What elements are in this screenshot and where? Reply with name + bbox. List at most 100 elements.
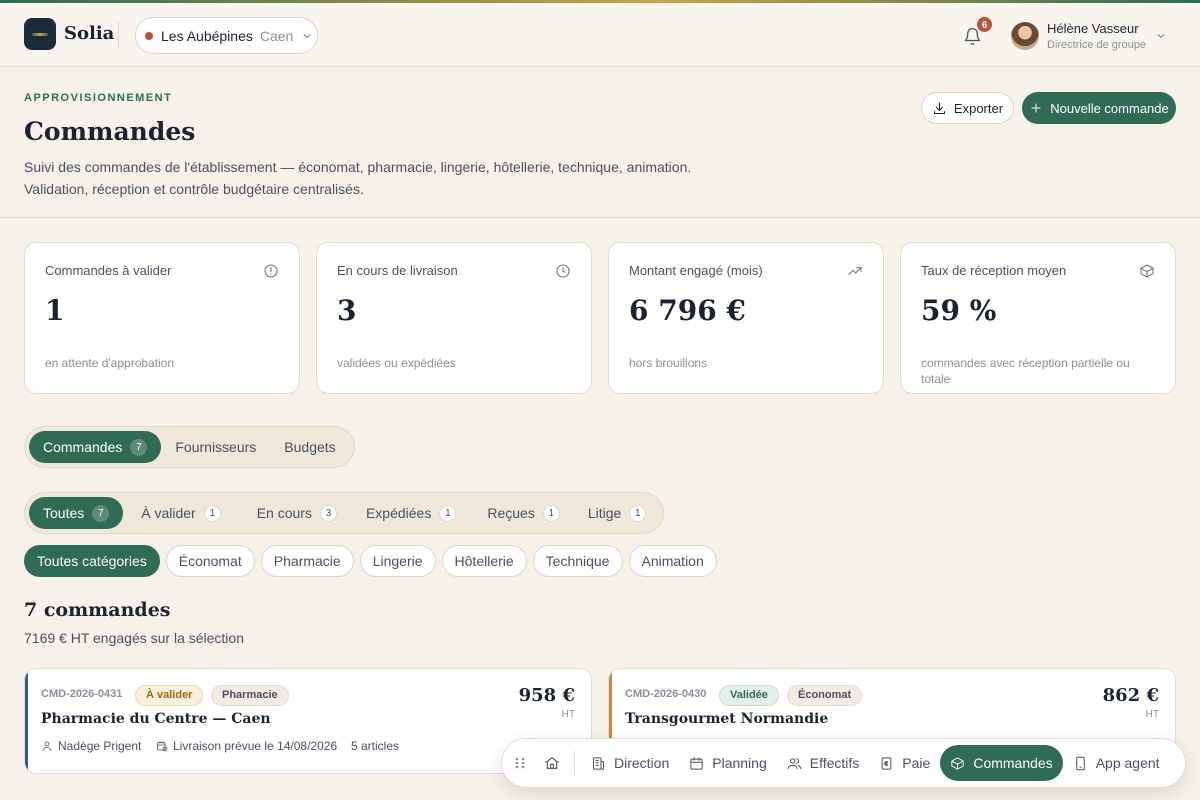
kpi-card-committed-amount: Montant engagé (mois) 6 796 € hors broui… <box>608 242 884 394</box>
order-reference: CMD-2026-0431 <box>41 688 123 700</box>
kpi-value: 3 <box>337 294 357 327</box>
supplier-name: Pharmacie du Centre — Caen <box>41 711 271 727</box>
trending-up-icon <box>847 263 863 279</box>
description-line: Validation, réception et contrôle budgét… <box>24 181 364 197</box>
package-icon <box>1139 263 1155 279</box>
category-badge: Pharmacie <box>211 685 289 706</box>
amount-unit: HT <box>1145 709 1159 720</box>
category-chip-hotellerie[interactable]: Hôtellerie <box>441 545 527 577</box>
calendar-icon <box>689 756 704 771</box>
dock-label: Paie <box>902 755 931 771</box>
page-description: Suivi des commandes de l'établissement —… <box>24 156 744 200</box>
export-label: Exporter <box>953 100 1004 116</box>
tab-fournisseurs[interactable]: Fournisseurs <box>161 431 270 463</box>
filter-label: En cours <box>256 505 312 521</box>
order-owner: Nadège Prigent <box>41 739 141 753</box>
brand-name[interactable]: Solia <box>64 23 114 44</box>
order-amount: 958 € <box>518 685 575 706</box>
category-chip-pharmacie[interactable]: Pharmacie <box>260 545 354 577</box>
home-button[interactable] <box>536 745 568 781</box>
status-badge: À valider <box>135 685 204 706</box>
logo-icon[interactable] <box>24 18 56 50</box>
status-filter-recues[interactable]: Reçues 1 <box>469 497 572 529</box>
supplier-name: Transgourmet Normandie <box>625 711 829 727</box>
site-selector[interactable]: Les Aubépines Caen <box>135 17 318 54</box>
kpi-subtitle: en attente d'approbation <box>45 356 175 370</box>
order-reference: CMD-2026-0430 <box>625 688 707 700</box>
chevron-down-icon <box>301 30 313 42</box>
delivery-date: Livraison prévue le 14/08/2026 <box>173 739 338 753</box>
dock-item-app-agent[interactable]: App agent <box>1063 745 1170 781</box>
tab-label: Budgets <box>284 439 336 455</box>
dock-item-commandes[interactable]: Commandes <box>940 745 1063 781</box>
filter-label: Toutes <box>43 505 85 521</box>
users-icon <box>787 756 802 771</box>
dock-item-effectifs[interactable]: Effectifs <box>777 745 870 781</box>
kpi-value: 1 <box>45 294 65 327</box>
category-badge: Économat <box>787 685 863 706</box>
filter-label: Expédiées <box>365 505 432 521</box>
category-chip-technique[interactable]: Technique <box>532 545 623 577</box>
main-tabs: Commandes 7 Fournisseurs Budgets <box>24 426 355 468</box>
export-button[interactable]: Exporter <box>921 92 1014 124</box>
order-accent-bar <box>25 669 28 773</box>
dock-divider <box>574 751 575 775</box>
kpi-card-to-validate: Commandes à valider 1 en attente d'appro… <box>24 242 300 394</box>
category-chip-all[interactable]: Toutes catégories <box>24 545 160 577</box>
avatar[interactable] <box>1011 22 1039 50</box>
category-chip-animation[interactable]: Animation <box>628 545 717 577</box>
calendar-clock-icon <box>156 740 168 752</box>
category-chip-lingerie[interactable]: Lingerie <box>359 545 436 577</box>
order-amount: 862 € <box>1102 685 1159 706</box>
dock-item-paie[interactable]: Paie <box>869 745 940 781</box>
header-divider <box>118 22 119 48</box>
package-icon <box>950 756 965 771</box>
plus-icon <box>1029 101 1043 115</box>
order-delivery: Livraison prévue le 14/08/2026 <box>156 739 337 753</box>
dock-item-direction[interactable]: Direction <box>581 745 679 781</box>
building-icon <box>591 756 606 771</box>
kpi-subtitle: validées ou expédiées <box>337 356 456 370</box>
dock-label: Direction <box>614 755 670 771</box>
dock-label: App agent <box>1095 755 1160 771</box>
category-chip-economat[interactable]: Économat <box>165 545 255 577</box>
chevron-down-icon[interactable] <box>1155 30 1167 42</box>
tab-commandes[interactable]: Commandes 7 <box>29 431 162 463</box>
dock-item-planning[interactable]: Planning <box>679 745 777 781</box>
status-filter-tabs: Toutes 7 À valider 1 En cours 3 Expédiée… <box>24 492 665 534</box>
description-line: Suivi des commandes de l'établissement —… <box>24 159 692 175</box>
kpi-label: Commandes à valider <box>45 263 172 278</box>
kpi-subtitle: hors brouillons <box>629 356 708 370</box>
drag-handle-icon[interactable] <box>514 756 526 770</box>
site-name: Les Aubépines <box>161 27 253 44</box>
filter-count: 7 <box>92 504 110 522</box>
new-order-button[interactable]: Nouvelle commande <box>1022 92 1176 124</box>
results-title: 7 commandes <box>24 599 171 621</box>
section-eyebrow: APPROVISIONNEMENT <box>24 92 173 104</box>
kpi-subtitle: commandes avec réception partielle ou to… <box>921 356 1130 386</box>
status-filter-litige[interactable]: Litige 1 <box>573 497 659 529</box>
category-filters: Toutes catégories Économat Pharmacie Lin… <box>24 545 717 577</box>
page-title: Commandes <box>24 117 196 146</box>
status-filter-en-cours[interactable]: En cours 3 <box>234 497 350 529</box>
dock-label: Commandes <box>973 755 1053 771</box>
new-order-label: Nouvelle commande <box>1050 100 1169 116</box>
kpi-card-in-delivery: En cours de livraison 3 validées ou expé… <box>316 242 592 394</box>
status-filter-toutes[interactable]: Toutes 7 <box>29 497 124 529</box>
kpi-label: En cours de livraison <box>337 263 458 278</box>
kpi-card-reception-rate: Taux de réception moyen 59 % commandes a… <box>900 242 1176 394</box>
user-name[interactable]: Hélène Vasseur <box>1047 21 1139 36</box>
tab-budgets[interactable]: Budgets <box>270 431 349 463</box>
section-divider <box>0 217 1200 218</box>
status-filter-expediees[interactable]: Expédiées 1 <box>350 497 469 529</box>
filter-count: 1 <box>203 504 221 522</box>
dock-label: Planning <box>712 755 767 771</box>
filter-label: Litige <box>587 505 622 521</box>
kpi-label: Taux de réception moyen <box>921 263 1067 278</box>
bottom-dock: Direction Planning Effectifs Paie Comman… <box>501 738 1186 788</box>
status-filter-a-valider[interactable]: À valider 1 <box>123 497 233 529</box>
results-subtitle: 7169 € HT engagés sur la sélection <box>24 630 244 646</box>
kpi-value: 59 % <box>921 294 997 327</box>
amount-unit: HT <box>561 709 575 720</box>
filter-count: 3 <box>319 504 337 522</box>
